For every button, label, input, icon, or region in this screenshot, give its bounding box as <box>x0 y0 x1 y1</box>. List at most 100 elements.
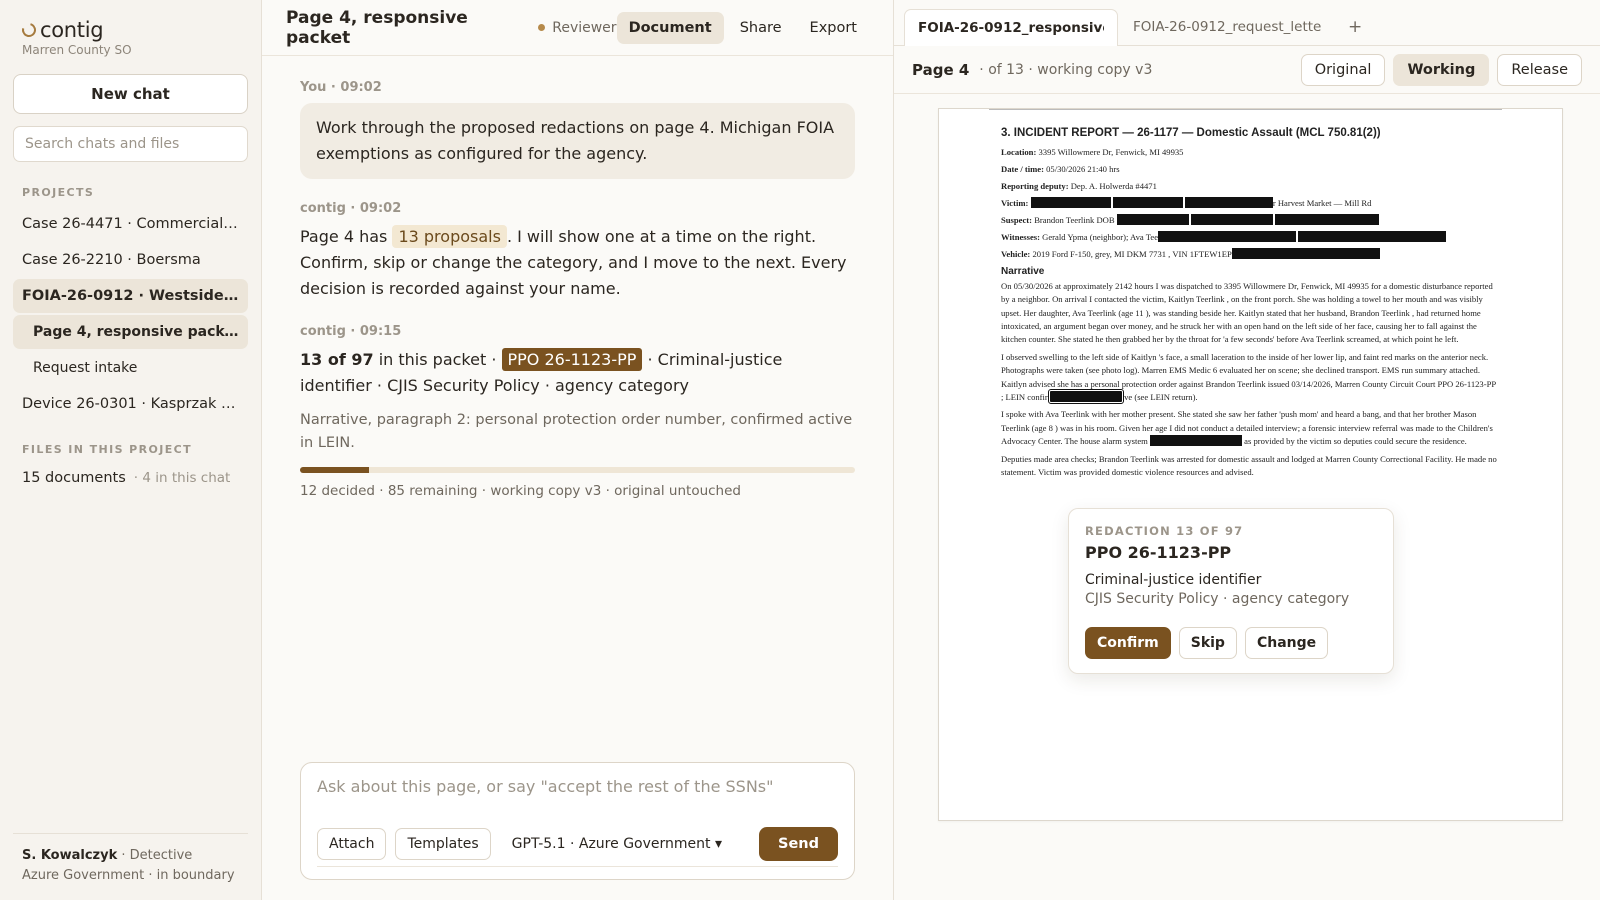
document-button[interactable]: Document <box>616 11 724 44</box>
doc-field-vehicle: Vehicle: 2019 Ford F-150, grey, MI DKM 7… <box>1001 246 1500 263</box>
message-text: 13 of 97 in this packet · PPO 26-1123-PP… <box>300 347 855 399</box>
field-value: 2019 Ford F-150, grey, MI DKM 7731 , VIN… <box>1032 249 1232 260</box>
message-list: You · 09:02 Work through the proposed re… <box>262 56 893 499</box>
files-summary[interactable]: 15 documents · 4 in this chat <box>13 470 248 486</box>
redaction-bar[interactable] <box>1190 214 1273 226</box>
user-footer[interactable]: S. Kowalczyk · Detective Azure Governmen… <box>13 833 248 886</box>
doc-field-datetime: Date / time: 05/30/2026 21:40 hrs <box>1001 161 1500 178</box>
share-button[interactable]: Share <box>728 12 794 44</box>
redaction-bar[interactable] <box>1158 231 1297 243</box>
files-count: 15 documents <box>22 470 126 486</box>
change-button[interactable]: Change <box>1244 627 1329 659</box>
chat-label: Page 4, responsive packet <box>33 324 239 340</box>
chat-request-intake[interactable]: Request intake <box>13 351 248 385</box>
redaction-bar[interactable] <box>1112 197 1183 209</box>
field-label: Victim: <box>1001 198 1029 209</box>
chat-title: Page 4, responsive packet <box>286 7 468 48</box>
redaction-note: Narrative, paragraph 2: personal protect… <box>300 412 853 451</box>
search-input[interactable] <box>25 136 236 152</box>
confirm-button[interactable]: Confirm <box>1085 627 1171 659</box>
chat-header: Page 4, responsive packet Reviewer Docum… <box>262 0 893 56</box>
add-tab-icon[interactable]: + <box>1336 9 1374 45</box>
popover-kicker: REDACTION 13 OF 97 <box>1085 524 1244 538</box>
project-label: Case 26-2210 · Boersma <box>22 252 201 268</box>
redaction-bar[interactable] <box>1275 214 1380 226</box>
view-original-button[interactable]: Original <box>1300 53 1386 86</box>
text-segment: in this packet · <box>373 350 502 369</box>
export-button[interactable]: Export <box>798 12 869 44</box>
redaction-bar[interactable] <box>1116 214 1189 226</box>
text-segment: as provided by the victim so deputies co… <box>1244 436 1467 447</box>
redaction-count: 13 of 97 <box>300 350 374 369</box>
redaction-bar[interactable] <box>1184 197 1273 209</box>
model-selector[interactable]: GPT-5.1 · Azure Government ▾ <box>512 836 722 852</box>
field-label: Location: <box>1001 147 1037 158</box>
redaction-bar[interactable] <box>1030 197 1111 209</box>
composer-toolbar: Attach Templates GPT-5.1 · Azure Governm… <box>317 826 838 867</box>
redaction-bar[interactable] <box>1298 231 1447 243</box>
assistant-message: contig · 09:02 Page 4 has 13 proposals. … <box>300 201 855 302</box>
templates-button[interactable]: Templates <box>395 827 491 860</box>
current-redaction-chip[interactable]: PPO 26-1123-PP <box>501 348 643 371</box>
field-label: Reporting deputy: <box>1001 181 1069 192</box>
skip-button[interactable]: Skip <box>1178 627 1237 659</box>
chat-page-4-responsive-packet[interactable]: Page 4, responsive packet <box>13 315 248 349</box>
field-value: Brandon Teerlink DOB <box>1034 215 1115 226</box>
project-device-26-0301[interactable]: Device 26-0301 · Kasprzak iP… <box>13 387 248 421</box>
chat-label: Request intake <box>33 360 138 376</box>
popover-actions: Confirm Skip Change <box>1085 627 1329 659</box>
document-content: 3. INCIDENT REPORT — 26-1177 — Domestic … <box>939 109 1562 480</box>
narrative-paragraph-1: On 05/30/2026 at approximately 2142 hour… <box>1001 280 1493 345</box>
doc-field-victim: Victim: r Harvest Market — Mill Rd <box>1001 195 1500 212</box>
field-value: 05/30/2026 21:40 hrs <box>1046 164 1120 175</box>
redaction-bar[interactable] <box>1231 248 1380 260</box>
project-label: FOIA-26-0912 · Westside re… <box>22 288 239 304</box>
attach-button[interactable]: Attach <box>317 827 387 860</box>
view-working-button[interactable]: Working <box>1393 53 1490 86</box>
narrative-paragraph-4: Deputies made area checks; Brandon Teerl… <box>1001 453 1497 478</box>
narrative-paragraph-2: I observed swelling to the left side of … <box>1001 351 1500 405</box>
tab-label: FOIA-26-0912_responsive_pa <box>918 20 1104 36</box>
view-toggle: Original Working Release <box>1300 53 1582 86</box>
search-box[interactable] <box>13 126 248 162</box>
field-label: Date / time: <box>1001 164 1044 175</box>
doc-field-location: Location: 3395 Willowmere Dr, Fenwick, M… <box>1001 144 1500 161</box>
tab-label: FOIA-26-0912_request_letter.p <box>1133 19 1321 35</box>
proposals-chip[interactable]: 13 proposals <box>392 225 507 248</box>
new-chat-button[interactable]: New chat <box>13 74 248 114</box>
page-rule <box>989 109 1502 110</box>
redaction-bar[interactable] <box>1150 435 1243 447</box>
field-value: Gerald Ypma (neighbor); Ava Tee <box>1042 232 1159 243</box>
text-segment: Page 4 has <box>300 227 393 246</box>
app: contig Marren County SO New chat PROJECT… <box>0 0 1600 900</box>
message-meta: contig · 09:15 <box>300 324 402 339</box>
field-label: Vehicle: <box>1001 249 1031 260</box>
contig-logo-icon <box>19 20 39 40</box>
brand: contig Marren County SO <box>13 18 248 57</box>
message-meta: contig · 09:02 <box>300 201 402 216</box>
user-bubble: Work through the proposed redactions on … <box>300 103 855 179</box>
user-name: S. Kowalczyk <box>22 848 118 863</box>
popover-title: PPO 26-1123-PP <box>1085 543 1232 562</box>
tab-responsive-packet[interactable]: FOIA-26-0912_responsive_pa <box>904 9 1118 46</box>
role-label: Reviewer <box>552 19 617 36</box>
page-label: Page 4 <box>912 60 970 79</box>
files-in-chat: · 4 in this chat <box>133 470 231 486</box>
doc-field-witnesses: Witnesses: Gerald Ypma (neighbor); Ava T… <box>1001 229 1500 246</box>
message-input[interactable] <box>317 777 838 807</box>
project-case-26-4471[interactable]: Case 26-4471 · Commercial B… <box>13 207 248 241</box>
send-button[interactable]: Send <box>759 826 838 861</box>
popover-source: CJIS Security Policy · agency category <box>1085 591 1350 607</box>
field-label: Suspect: <box>1001 215 1033 226</box>
document-viewer: FOIA-26-0912_responsive_pa FOIA-26-0912_… <box>894 0 1600 900</box>
progress-fill <box>300 467 369 473</box>
project-case-26-2210[interactable]: Case 26-2210 · Boersma <box>13 243 248 277</box>
tab-request-letter[interactable]: FOIA-26-0912_request_letter.p <box>1120 9 1334 45</box>
field-value: Dep. A. Holwerda #4471 <box>1070 181 1157 192</box>
sidebar: contig Marren County SO New chat PROJECT… <box>0 0 262 900</box>
project-foia-26-0912[interactable]: FOIA-26-0912 · Westside re… <box>13 279 248 313</box>
chat-panel: Page 4, responsive packet Reviewer Docum… <box>262 0 894 900</box>
view-release-button[interactable]: Release <box>1497 53 1582 86</box>
selected-redaction-bar[interactable] <box>1047 388 1125 405</box>
review-progress-bar <box>300 467 855 473</box>
